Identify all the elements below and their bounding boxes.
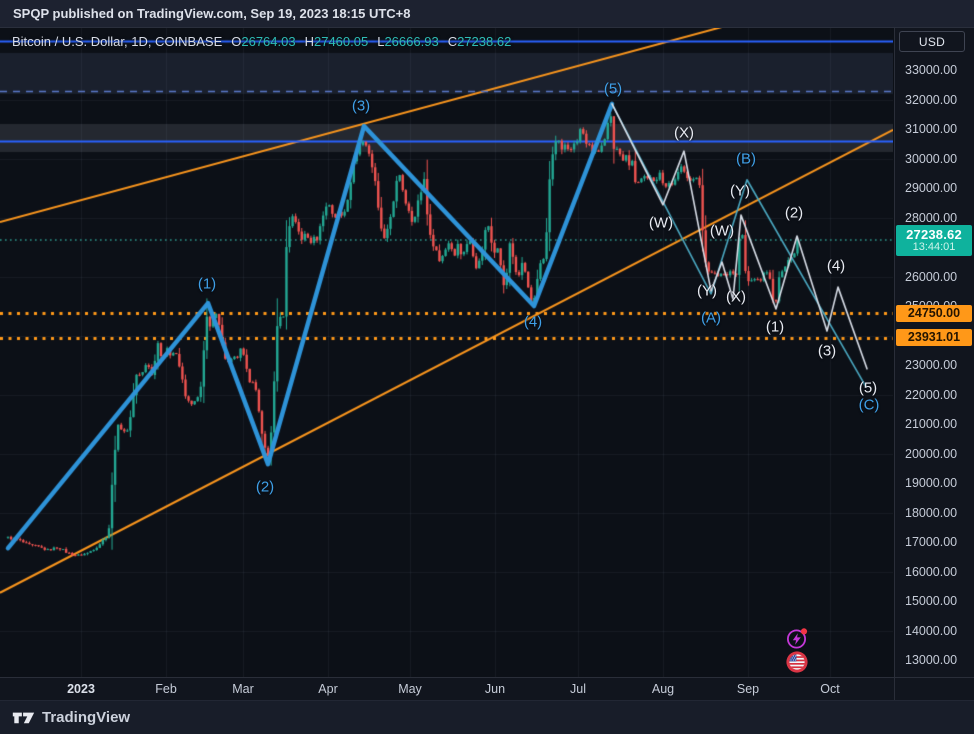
wave-label: (4) — [827, 258, 845, 275]
wave-label: (4) — [524, 314, 542, 331]
price-axis-label: 23000.00 — [905, 358, 957, 372]
price-axis-label: 31000.00 — [905, 122, 957, 136]
axis-corner-divider — [894, 677, 895, 700]
time-axis-label: Apr — [318, 682, 337, 696]
ohlc-open-value: 26764.03 — [241, 34, 295, 49]
symbol-legend[interactable]: Bitcoin / U.S. Dollar, 1D, COINBASE O2676… — [12, 34, 511, 49]
chart-canvas[interactable] — [0, 28, 893, 677]
ohlc-high-value: 27460.05 — [314, 34, 368, 49]
price-axis-label: 16000.00 — [905, 565, 957, 579]
time-axis-label: Oct — [820, 682, 839, 696]
ohlc-open-label: O — [231, 34, 241, 49]
time-axis-label: Aug — [652, 682, 674, 696]
alert-price-badge[interactable]: 23931.01 — [896, 329, 972, 346]
wave-label: (2) — [785, 205, 803, 222]
price-axis-label: 15000.00 — [905, 594, 957, 608]
footer-brand-text[interactable]: TradingView — [42, 709, 130, 726]
price-axis[interactable]: USD 33000.00 32000.00 31000.00 30000.00 2900… — [894, 28, 974, 677]
wave-label: (X) — [674, 125, 694, 142]
wave-label: (X) — [726, 289, 746, 306]
tradingview-logo-icon[interactable] — [12, 709, 35, 726]
tradingview-published-chart: SPQP published on TradingView.com, Sep 1… — [0, 0, 974, 734]
alert-price-value: 24750.00 — [908, 306, 960, 320]
wave-label: (B) — [736, 151, 756, 168]
publish-info-bar: SPQP published on TradingView.com, Sep 1… — [0, 0, 974, 28]
ohlc-low-value: 26666.93 — [384, 34, 438, 49]
alert-price-badge[interactable]: 24750.00 — [896, 305, 972, 322]
price-axis-label: 28000.00 — [905, 211, 957, 225]
chart-marker-stack — [785, 626, 809, 674]
price-axis-label: 13000.00 — [905, 653, 957, 667]
wave-label: (3) — [818, 343, 836, 360]
time-axis-label: Mar — [232, 682, 254, 696]
current-price-badge: 27238.62 13:44:01 — [896, 225, 972, 256]
price-axis-label: 17000.00 — [905, 535, 957, 549]
us-flag-event-icon[interactable] — [785, 650, 809, 674]
footer-bar: TradingView — [0, 700, 974, 734]
time-axis-label: Feb — [155, 682, 177, 696]
time-axis-label: Jun — [485, 682, 505, 696]
wave-label: (3) — [352, 98, 370, 115]
wave-label: (Y) — [730, 183, 750, 200]
price-axis-label: 18000.00 — [905, 506, 957, 520]
price-axis-label: 21000.00 — [905, 417, 957, 431]
ohlc-close-value: 27238.62 — [457, 34, 511, 49]
ohlc-high-label: H — [305, 34, 314, 49]
price-axis-label: 19000.00 — [905, 476, 957, 490]
bar-countdown: 13:44:01 — [896, 241, 972, 253]
wave-label: (2) — [256, 479, 274, 496]
wave-label: (Y) — [697, 283, 717, 300]
wave-label: (A) — [701, 310, 721, 327]
time-axis-label: 2023 — [67, 682, 95, 696]
price-axis-label: 32000.00 — [905, 93, 957, 107]
wave-label: (1) — [198, 276, 216, 293]
price-axis-label: 29000.00 — [905, 181, 957, 195]
price-axis-label: 30000.00 — [905, 152, 957, 166]
publish-info-text: SPQP published on TradingView.com, Sep 1… — [13, 6, 410, 21]
ohlc-close-label: C — [448, 34, 457, 49]
price-axis-label: 22000.00 — [905, 388, 957, 402]
current-price-value: 27238.62 — [896, 227, 972, 242]
currency-toggle-label: USD — [919, 35, 945, 49]
time-axis[interactable]: 2023 Feb Mar Apr May Jun Jul Aug Sep Oct — [0, 677, 974, 700]
time-axis-label: Jul — [570, 682, 586, 696]
price-axis-label: 14000.00 — [905, 624, 957, 638]
time-axis-label: Sep — [737, 682, 759, 696]
wave-label: (C) — [859, 397, 880, 414]
symbol-title: Bitcoin / U.S. Dollar, 1D, COINBASE — [12, 34, 222, 49]
wave-label: (W) — [710, 223, 734, 240]
currency-toggle-button[interactable]: USD — [899, 31, 965, 52]
alert-price-value: 23931.01 — [908, 330, 960, 344]
wave-label: (W) — [649, 215, 673, 232]
wave-label: (5) — [604, 81, 622, 98]
price-axis-label: 20000.00 — [905, 447, 957, 461]
boost-flash-icon[interactable] — [785, 626, 809, 650]
price-axis-label: 33000.00 — [905, 63, 957, 77]
price-axis-label: 26000.00 — [905, 270, 957, 284]
wave-label: (1) — [766, 319, 784, 336]
wave-label: (5) — [859, 380, 877, 397]
time-axis-label: May — [398, 682, 422, 696]
